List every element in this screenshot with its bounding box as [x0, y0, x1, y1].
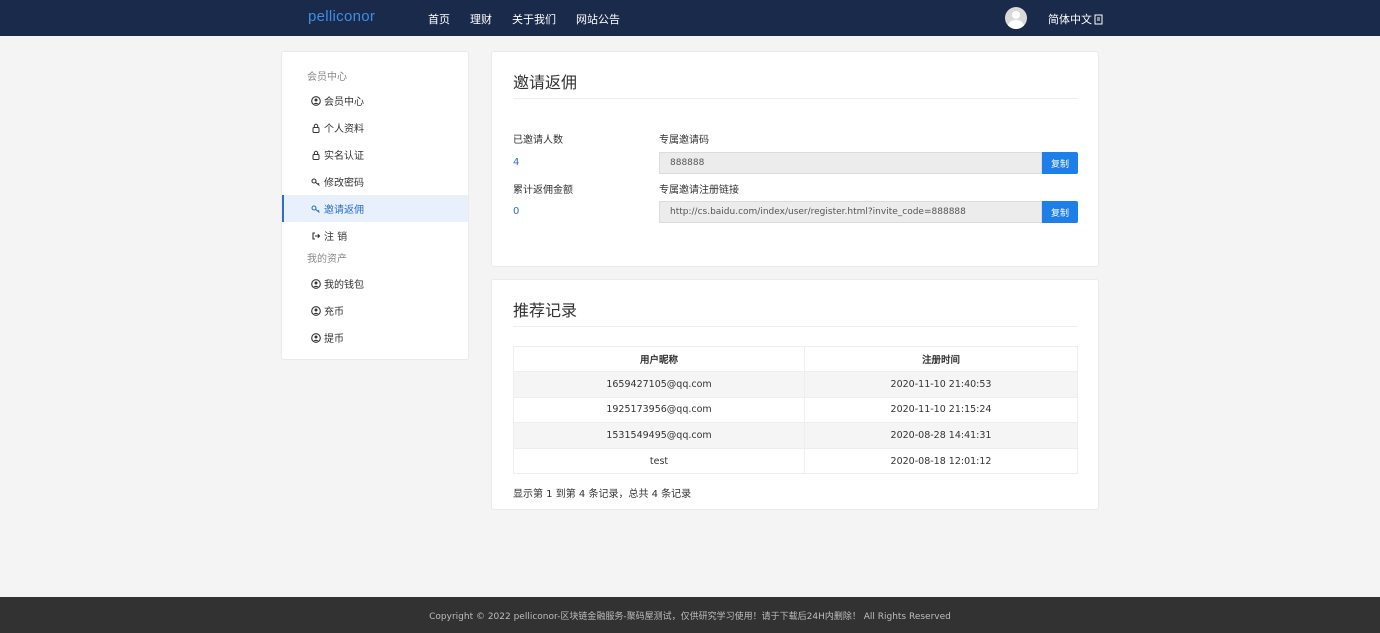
- invite-rebate-panel: 邀请返佣 已邀请人数 4 累计返佣金额 0 专属邀请码 888888 复制 专属…: [491, 51, 1099, 267]
- brand-logo[interactable]: pelliconor: [308, 8, 375, 25]
- referral-records-panel: 推荐记录 用户昵称 注册时间 1659427105@qq.com 2020-11…: [491, 279, 1099, 510]
- table-row: 1659427105@qq.com 2020-11-10 21:40:53: [513, 371, 1078, 398]
- sidebar-item-label: 修改密码: [324, 178, 364, 189]
- invited-count-label: 已邀请人数: [513, 135, 563, 146]
- cell-nickname: 1659427105@qq.com: [513, 371, 805, 398]
- nav-link-about[interactable]: 关于我们: [512, 11, 556, 27]
- copyright-text: Copyright © 2022 pelliconor-区块链金融服务-聚码屋测…: [429, 612, 951, 622]
- table-row: 1925173956@qq.com 2020-11-10 21:15:24: [513, 396, 1078, 424]
- table-header-row: 用户昵称 注册时间: [513, 346, 1078, 372]
- user-circle-icon: [310, 278, 321, 289]
- invite-code-field[interactable]: 888888: [659, 152, 1042, 174]
- sidebar-item-label: 邀请返佣: [324, 205, 364, 216]
- key-icon: [310, 203, 321, 214]
- invite-link-label: 专属邀请注册链接: [659, 185, 739, 196]
- sidebar-item-member-center[interactable]: 会员中心: [282, 87, 468, 114]
- column-header-register-time[interactable]: 注册时间: [804, 346, 1078, 372]
- total-rebate-label: 累计返佣金额: [513, 185, 573, 196]
- nav-link-announcements[interactable]: 网站公告: [576, 11, 620, 27]
- table-row: test 2020-08-18 12:01:12: [513, 447, 1078, 475]
- nav-link-home[interactable]: 首页: [428, 11, 450, 27]
- cell-register-time: 2020-08-28 14:41:31: [804, 422, 1078, 449]
- user-circle-icon: [310, 332, 321, 343]
- top-navbar: pelliconor 首页 理财 关于我们 网站公告 简体中文: [0, 0, 1380, 36]
- sidebar-item-label: 充币: [324, 307, 344, 318]
- sidebar-section-assets: 我的资产: [307, 254, 347, 265]
- lock-icon: [310, 149, 321, 160]
- sidebar-item-profile[interactable]: 个人资料: [282, 114, 468, 141]
- copy-invite-link-button[interactable]: 复制: [1042, 201, 1078, 223]
- page-title: 邀请返佣: [513, 73, 578, 92]
- invited-count-value: 4: [513, 157, 520, 168]
- user-circle-icon: [310, 95, 321, 106]
- avatar[interactable]: [1005, 7, 1027, 29]
- records-title-divider: [513, 326, 1078, 327]
- sidebar-item-label: 个人资料: [324, 124, 364, 135]
- sidebar-item-label: 我的钱包: [324, 280, 364, 291]
- total-rebate-value: 0: [513, 206, 520, 217]
- sidebar-item-label: 实名认证: [324, 151, 364, 162]
- language-icon: [1094, 14, 1103, 24]
- sidebar-item-change-password[interactable]: 修改密码: [282, 168, 468, 195]
- copy-invite-code-button[interactable]: 复制: [1042, 152, 1078, 174]
- logout-icon: [310, 230, 321, 241]
- main-nav: 首页 理财 关于我们 网站公告: [428, 11, 640, 27]
- sidebar-section-member: 会员中心: [307, 72, 347, 83]
- page-footer: Copyright © 2022 pelliconor-区块链金融服务-聚码屋测…: [0, 597, 1380, 633]
- user-circle-icon: [310, 305, 321, 316]
- title-divider: [513, 98, 1078, 99]
- sidebar-item-logout[interactable]: 注 销: [282, 222, 468, 249]
- cell-nickname: test: [513, 447, 805, 475]
- sidebar-item-deposit[interactable]: 充币: [282, 297, 468, 324]
- key-icon: [310, 176, 321, 187]
- records-title: 推荐记录: [513, 301, 578, 320]
- sidebar: 会员中心 会员中心 个人资料 实名认证 修改密码 邀请返佣 注 销 我的资产 我…: [281, 51, 469, 360]
- sidebar-item-wallet[interactable]: 我的钱包: [282, 270, 468, 297]
- pagination-summary: 显示第 1 到第 4 条记录，总共 4 条记录: [513, 489, 692, 500]
- language-label: 简体中文: [1048, 13, 1092, 26]
- sidebar-item-label: 会员中心: [324, 97, 364, 108]
- avatar-head-shape: [1012, 11, 1020, 19]
- avatar-shoulders-shape: [1008, 20, 1024, 29]
- cell-register-time: 2020-11-10 21:15:24: [804, 396, 1078, 424]
- cell-nickname: 1531549495@qq.com: [513, 422, 805, 449]
- sidebar-item-withdraw[interactable]: 提币: [282, 324, 468, 351]
- sidebar-item-label: 注 销: [324, 232, 348, 243]
- cell-nickname: 1925173956@qq.com: [513, 396, 805, 424]
- column-header-nickname[interactable]: 用户昵称: [513, 346, 805, 372]
- sidebar-item-verification[interactable]: 实名认证: [282, 141, 468, 168]
- table-row: 1531549495@qq.com 2020-08-28 14:41:31: [513, 422, 1078, 449]
- invite-code-label: 专属邀请码: [659, 135, 709, 146]
- invite-link-field[interactable]: http://cs.baidu.com/index/user/register.…: [659, 201, 1042, 223]
- nav-link-finance[interactable]: 理财: [470, 11, 492, 27]
- language-selector[interactable]: 简体中文: [1048, 11, 1104, 27]
- lock-icon: [310, 122, 321, 133]
- sidebar-item-label: 提币: [324, 334, 344, 345]
- cell-register-time: 2020-11-10 21:40:53: [804, 371, 1078, 398]
- cell-register-time: 2020-08-18 12:01:12: [804, 447, 1078, 475]
- sidebar-item-invite-rebate[interactable]: 邀请返佣: [282, 195, 468, 222]
- referral-records-table: 用户昵称 注册时间 1659427105@qq.com 2020-11-10 2…: [513, 346, 1078, 475]
